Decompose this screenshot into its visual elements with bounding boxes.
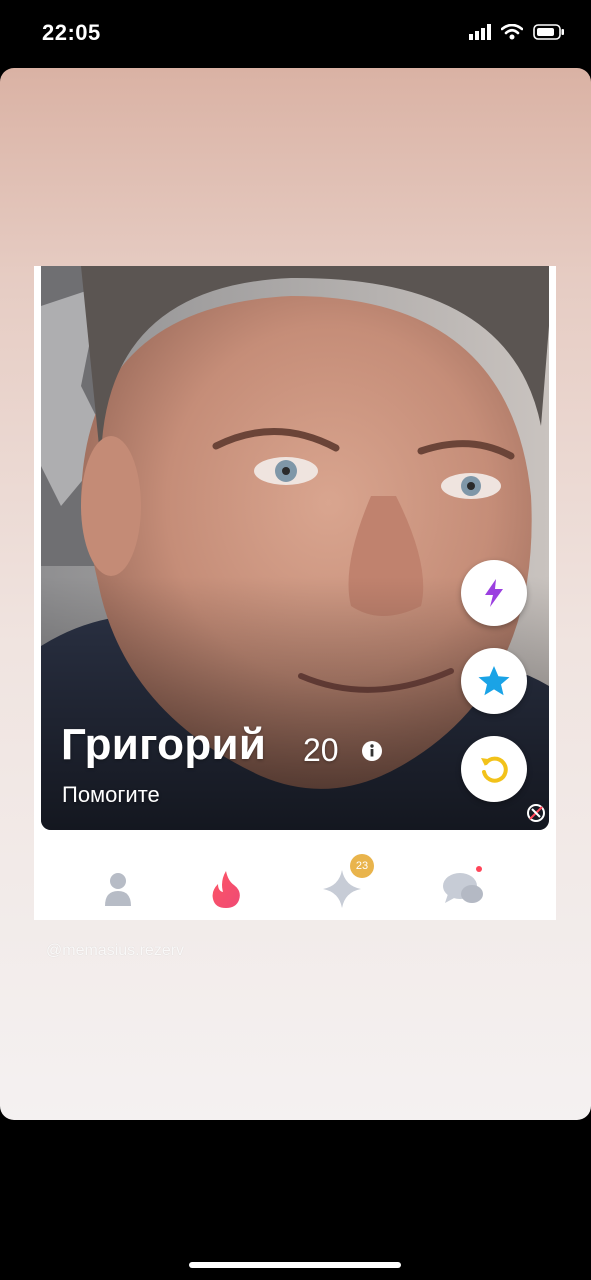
flame-icon	[212, 871, 240, 908]
profile-age: 20	[303, 732, 339, 768]
rewind-button[interactable]	[461, 736, 527, 802]
clock: 22:05	[42, 20, 101, 45]
battery-icon	[533, 24, 564, 40]
report-icon[interactable]	[526, 803, 546, 823]
signal-bars-icon	[469, 24, 491, 40]
profile-bio: Помогите	[62, 782, 160, 807]
boost-button[interactable]	[461, 560, 527, 626]
watermark: @memasius.rezerv	[46, 942, 185, 959]
status-bar: 22:05	[0, 0, 591, 68]
tab-messages[interactable]	[424, 858, 504, 920]
rewind-icon	[481, 756, 508, 783]
home-indicator[interactable]	[189, 1262, 401, 1268]
screenshot-frame: Григорий 20 Помогите 23	[34, 266, 556, 920]
likes-badge: 23	[350, 854, 374, 878]
info-icon[interactable]	[361, 740, 383, 762]
tab-gold[interactable]: 23	[302, 854, 382, 920]
tab-discover[interactable]	[186, 858, 266, 920]
profile-photo[interactable]: Григорий 20 Помогите	[41, 266, 549, 830]
profile-icon	[105, 873, 131, 906]
chat-icon	[443, 873, 483, 903]
unread-dot	[476, 866, 482, 872]
super-like-star-icon	[478, 666, 510, 696]
profile-name: Григорий	[61, 720, 267, 769]
tab-bar: 23	[34, 854, 556, 920]
tab-profile[interactable]	[78, 858, 158, 920]
wifi-icon	[501, 24, 523, 40]
status-icons	[469, 24, 565, 40]
boost-lightning-icon	[485, 579, 503, 607]
story-sheet: Григорий 20 Помогите 23 @memasius.rezerv	[0, 68, 591, 1120]
super-like-button[interactable]	[461, 648, 527, 714]
